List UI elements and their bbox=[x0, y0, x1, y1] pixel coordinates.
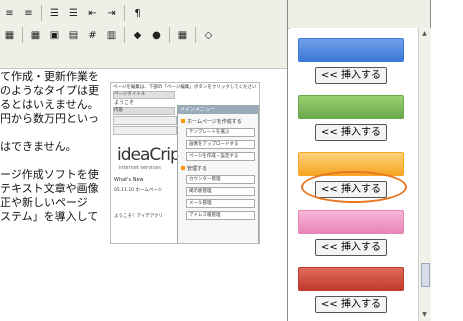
menu-section: ホームページを作成する bbox=[181, 118, 258, 125]
title-label: ページタイトル bbox=[113, 91, 175, 99]
panel-scrollbar[interactable]: ▲ ▼ bbox=[418, 28, 431, 321]
eraser-icon[interactable]: ◇ bbox=[200, 27, 217, 44]
media-icon[interactable]: ▥ bbox=[103, 27, 120, 44]
special-char-icon[interactable]: ¶ bbox=[129, 5, 146, 22]
toolbar-separator bbox=[169, 27, 170, 43]
toolbar-separator bbox=[124, 27, 125, 43]
flash-icon[interactable]: ▤ bbox=[65, 27, 82, 44]
pane-divider bbox=[287, 0, 288, 321]
menu-section: 管理する bbox=[181, 165, 258, 172]
toolbar-separator bbox=[22, 27, 23, 43]
toolbar-separator bbox=[41, 5, 42, 21]
toolbar-row-1: ≡ ≡ ☰ ☰ ⇤ ⇥ ¶ bbox=[0, 2, 147, 24]
insert-button-blue[interactable]: << 挿入する bbox=[315, 67, 387, 84]
button-style-pink bbox=[298, 210, 404, 234]
menu-item[interactable]: 掲示板管理 bbox=[186, 187, 255, 196]
unordered-list-icon[interactable]: ☰ bbox=[65, 5, 82, 22]
content-label: 内容 bbox=[113, 107, 175, 115]
menu-item[interactable]: カウンター管理 bbox=[186, 175, 255, 184]
toolbar-separator bbox=[124, 5, 125, 21]
indent-icon[interactable]: ⇥ bbox=[103, 5, 120, 22]
news-item: 05.11.10 ホームページ bbox=[114, 188, 163, 193]
menu-item[interactable]: 画像をアップロードする bbox=[186, 140, 255, 149]
mini-toolbar bbox=[113, 126, 177, 135]
button-style-green bbox=[298, 95, 404, 119]
highlight-circle bbox=[301, 171, 407, 203]
document-line: るとはいえません。 bbox=[0, 98, 99, 111]
instruction-text: ページを編集は、下部の「ページ編集」ボタンをクリックしてください bbox=[113, 85, 257, 90]
insert-button-pink[interactable]: << 挿入する bbox=[315, 239, 387, 256]
menu-item[interactable]: メール管理 bbox=[186, 199, 255, 208]
document-line: ージ作成ソフトを使 bbox=[0, 168, 99, 181]
welcome-text: ようこそ bbox=[114, 100, 135, 106]
idea-crip-logo: ideaCrip bbox=[117, 145, 181, 165]
main-menu: メインメニュー ホームページを作成する テンプレートを選ぶ 画像をアップロードす… bbox=[177, 105, 259, 243]
document-line: はできません。 bbox=[0, 140, 77, 153]
document-body[interactable]: て作成・更新作業を のようなタイプは更 るとはいえません。 円から数万円といっ はできま… bbox=[0, 70, 110, 224]
image-icon[interactable]: ▣ bbox=[46, 27, 63, 44]
button-style-red bbox=[298, 267, 404, 291]
toolbar-separator bbox=[195, 27, 196, 43]
insert-button-green[interactable]: << 挿入する bbox=[315, 124, 387, 141]
document-line: て作成・更新作業を bbox=[0, 70, 99, 83]
document-line: ステム」を導入して bbox=[0, 210, 99, 223]
logo-subtitle: internet services bbox=[119, 165, 161, 171]
outdent-icon[interactable]: ⇤ bbox=[84, 5, 101, 22]
mini-toolbar bbox=[113, 116, 177, 125]
globe-icon[interactable]: ● bbox=[148, 27, 165, 44]
menu-item[interactable]: ページを作成・設定する bbox=[186, 152, 255, 161]
table-icon[interactable]: ▦ bbox=[27, 27, 44, 44]
bullet-icon bbox=[181, 166, 185, 170]
form-icon[interactable]: ▦ bbox=[174, 27, 191, 44]
insert-button-red[interactable]: << 挿入する bbox=[315, 296, 387, 313]
panel-header bbox=[287, 0, 430, 29]
align-justify-icon[interactable]: ≡ bbox=[1, 5, 18, 22]
button-style-blue bbox=[298, 38, 404, 62]
menu-item[interactable]: アドレス帳管理 bbox=[186, 211, 255, 220]
embedded-screenshot: ページを編集は、下部の「ページ編集」ボタンをクリックしてください ページタイトル… bbox=[110, 82, 260, 244]
align-left-icon[interactable]: ≡ bbox=[20, 5, 37, 22]
document-line: 正や新しいページ bbox=[0, 196, 88, 209]
ordered-list-icon[interactable]: ☰ bbox=[46, 5, 63, 22]
toolbar-row-2: ▦ ▦ ▣ ▤ # ▥ ◆ ● ▦ ◇ bbox=[0, 24, 218, 46]
scroll-down-icon[interactable]: ▼ bbox=[421, 311, 428, 319]
editor-toolbar: ≡ ≡ ☰ ☰ ⇤ ⇥ ¶ ▦ ▦ ▣ ▤ # ▥ ◆ ● ▦ ◇ bbox=[0, 0, 287, 69]
document-line: のようなタイプは更 bbox=[0, 84, 99, 97]
scroll-thumb[interactable] bbox=[421, 263, 430, 287]
bullet-icon bbox=[181, 119, 185, 123]
welcome-bottom: ようこそ！アイデアクリ bbox=[114, 214, 164, 219]
document-line: テキスト文章や画像 bbox=[0, 182, 99, 195]
anchor-icon[interactable]: ◆ bbox=[129, 27, 146, 44]
menu-item[interactable]: テンプレートを選ぶ bbox=[186, 128, 255, 137]
menu-header: メインメニュー bbox=[178, 106, 258, 114]
number-icon[interactable]: # bbox=[84, 27, 101, 44]
scroll-up-icon[interactable]: ▲ bbox=[421, 30, 428, 38]
grid-icon[interactable]: ▦ bbox=[1, 27, 18, 44]
document-line: 円から数万円といっ bbox=[0, 112, 99, 125]
whats-new-heading: What's New bbox=[114, 177, 144, 183]
